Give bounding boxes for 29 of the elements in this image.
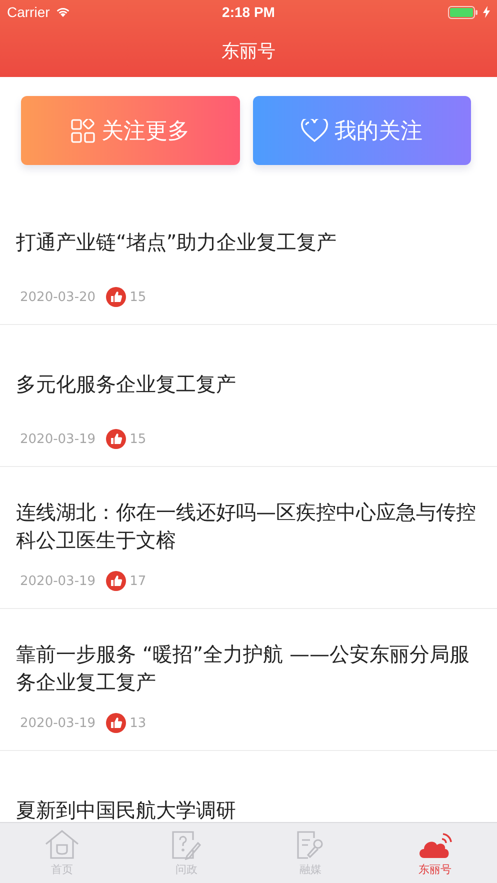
date-text: 2020-03-19 [20,432,96,446]
thumbs-up-icon [106,713,126,733]
follow-button[interactable]: 我的关注 [252,96,471,165]
carrier-text: Carrier [7,4,50,20]
article-title[interactable]: 多元化服务企业复工复产 [16,370,236,398]
article-title[interactable]: 靠前一步服务 “暖招”全力护航 ——公安东丽分局服务企业复工复产 [16,640,481,696]
page-title: 东丽号 [222,40,276,62]
heart-icon [301,118,328,142]
thumbs-up-icon [106,287,126,307]
date-text: 2020-03-19 [20,716,96,730]
date-text: 2020-03-20 [20,290,96,304]
clock-text: 2:18 PM [222,4,275,20]
tab-item[interactable]: 东丽号 [372,823,497,883]
date-text: 2020-03-19 [20,574,96,588]
follow-button[interactable]: 关注更多 [21,96,240,165]
like-count: 17 [130,574,146,588]
home-icon [45,830,80,860]
article-title[interactable]: 夏新到中国民航大学调研 [16,796,236,822]
article-title[interactable]: 打通产业链“堵点”助力企业复工复产 [16,228,337,256]
like-count: 13 [130,716,146,730]
question-note-icon [171,830,202,860]
wifi-icon [54,6,71,18]
thumbs-up-icon [106,429,126,449]
like-count: 15 [130,290,146,304]
like-count: 15 [130,432,146,446]
article-title[interactable]: 连线湖北：你在一线还好吗—区疾控中心应急与传控科公卫医生于文榕 [16,498,481,554]
thumbs-up-icon [106,571,126,591]
battery-icon [448,6,478,18]
grid-icon [71,118,96,142]
